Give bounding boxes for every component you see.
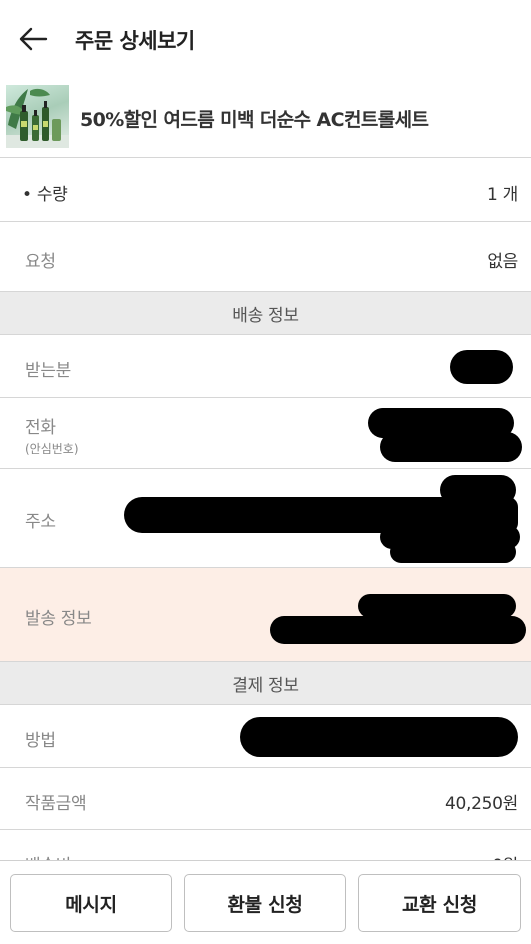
product-amount-row: 작품금액 40,250원 xyxy=(0,768,531,830)
shipping-section-header: 배송 정보 xyxy=(0,292,531,335)
page-title: 주문 상세보기 xyxy=(75,29,195,53)
quantity-row: • 수량 1 개 xyxy=(0,158,531,222)
payment-section-header: 결제 정보 xyxy=(0,662,531,705)
product-thumbnail xyxy=(6,85,69,148)
request-value: 없음 xyxy=(487,252,518,272)
refund-request-button[interactable]: 환불 신청 xyxy=(184,874,346,932)
redaction-mark xyxy=(240,717,518,757)
request-label: 요청 xyxy=(25,252,56,272)
redaction-mark xyxy=(380,432,522,462)
address-label: 주소 xyxy=(25,512,56,532)
product-amount-value: 40,250원 xyxy=(444,794,518,814)
back-button[interactable] xyxy=(14,22,52,56)
app-header: 주문 상세보기 xyxy=(0,0,531,80)
product-summary[interactable]: 50%할인 여드름 미백 더순수 AC컨트롤세트 xyxy=(0,80,531,158)
product-name[interactable]: 50%할인 여드름 미백 더순수 AC컨트롤세트 xyxy=(80,105,429,132)
redaction-mark xyxy=(270,616,526,644)
message-button[interactable]: 메시지 xyxy=(10,874,172,932)
dispatch-row: 발송 정보 xyxy=(0,568,531,662)
redaction-mark xyxy=(450,350,513,384)
recipient-row: 받는분 xyxy=(0,335,531,398)
quantity-value: 1 개 xyxy=(487,185,518,205)
quantity-label: • 수량 xyxy=(22,185,68,205)
request-row: 요청 없음 xyxy=(0,222,531,292)
payment-method-label: 방법 xyxy=(25,731,56,751)
phone-sublabel: (안심번호) xyxy=(25,442,79,456)
phone-label: 전화 xyxy=(25,418,56,438)
redaction-mark xyxy=(390,541,516,563)
dispatch-label: 발송 정보 xyxy=(25,609,92,629)
exchange-request-button[interactable]: 교환 신청 xyxy=(358,874,521,932)
product-amount-label: 작품금액 xyxy=(25,794,87,814)
redaction-mark xyxy=(358,594,516,618)
address-row: 주소 xyxy=(0,469,531,568)
payment-method-row: 방법 xyxy=(0,705,531,768)
phone-row: 전화 (안심번호) xyxy=(0,398,531,469)
recipient-label: 받는분 xyxy=(25,361,72,381)
bottom-action-bar: 메시지 환불 신청 교환 신청 xyxy=(0,860,531,944)
arrow-left-icon xyxy=(19,27,48,51)
